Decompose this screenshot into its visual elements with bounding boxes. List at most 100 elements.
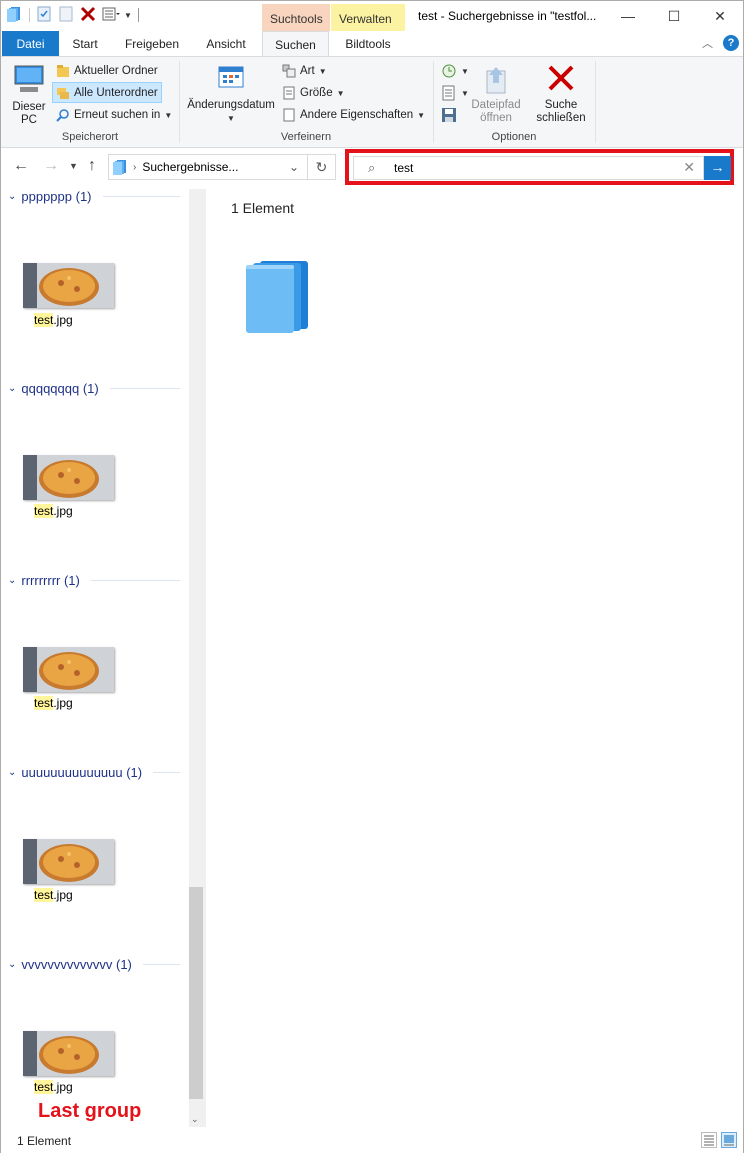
maximize-button[interactable]: ☐ <box>651 1 697 31</box>
window-title: test - Suchergebnisse in "testfol... <box>418 9 597 23</box>
pizza-image <box>23 647 114 692</box>
recent-locations-icon[interactable]: ▼ <box>69 161 78 171</box>
qat-divider <box>29 8 30 22</box>
arrow-right-icon: → <box>710 159 725 175</box>
new-folder-icon[interactable] <box>58 6 74 24</box>
chevron-down-icon[interactable]: ⌄ <box>289 160 299 174</box>
image-thumbnail[interactable] <box>23 1031 114 1076</box>
details-view-icon[interactable] <box>701 1132 717 1148</box>
art-label: Art <box>300 65 315 77</box>
group-header[interactable]: ⌄ uuuuuuuuuuuuuu (1) <box>8 765 180 780</box>
tab-bildtools[interactable]: Bildtools <box>332 31 404 56</box>
refresh-button[interactable]: ↻ <box>308 154 336 180</box>
group-header[interactable]: ⌄ vvvvvvvvvvvvvv (1) <box>8 957 180 972</box>
image-thumbnail[interactable] <box>23 647 114 692</box>
forward-icon[interactable]: → <box>43 157 59 175</box>
aenderungsdatum-label: Änderungsdatum <box>187 99 275 111</box>
context-tab-suchtools: Suchtools <box>262 4 330 32</box>
search-highlight-box: ⌕ ✕ → <box>345 149 734 185</box>
last-group-annotation: Last group <box>38 1100 142 1122</box>
suche-schliessen-button[interactable]: Suche schließen <box>534 63 588 125</box>
file-name: test.jpg <box>34 888 73 902</box>
group-label-verfeinern: Verfeinern <box>280 131 332 143</box>
content-pane[interactable]: 1 Element <box>206 189 743 1127</box>
clear-search-icon[interactable]: ✕ <box>683 159 695 176</box>
file-name-highlight: test <box>34 1080 54 1094</box>
qat-customize-icon[interactable]: ▼ <box>124 11 132 20</box>
group-list-pane[interactable]: ⌄ ppppppp (1) test.jpg ⌄ qqqqqqqq (1) te… <box>1 189 189 1127</box>
image-thumbnail[interactable] <box>23 263 114 308</box>
group-rule <box>142 964 180 965</box>
open-file-location-icon <box>486 67 506 94</box>
search-results-library-icon[interactable] <box>244 257 312 338</box>
recent-searches-button[interactable]: ▼ <box>441 61 469 81</box>
tab-freigeben[interactable]: Freigeben <box>113 31 191 56</box>
minimize-button[interactable]: — <box>605 1 651 31</box>
collapse-ribbon-icon[interactable]: ︿ <box>702 35 713 51</box>
image-thumbnail[interactable] <box>23 455 114 500</box>
group-rule <box>153 772 180 773</box>
left-scrollbar[interactable]: ⌄ <box>189 189 203 1127</box>
ribbon-separator <box>595 61 596 143</box>
erneut-suchen-label: Erneut suchen in <box>74 109 161 121</box>
calendar-icon <box>218 66 244 88</box>
erneut-suchen-button[interactable]: Erneut suchen in ▼ <box>53 105 175 125</box>
properties-icon[interactable] <box>36 6 52 24</box>
close-button[interactable]: ✕ <box>697 1 743 31</box>
computer-icon <box>14 65 44 92</box>
aenderungsdatum-button[interactable]: Änderungsdatum ▼ <box>185 63 277 125</box>
search-input[interactable] <box>394 160 674 176</box>
subfolders-icon <box>57 87 69 99</box>
pizza-image <box>23 455 114 500</box>
andere-eigenschaften-button[interactable]: Andere Eigenschaften ▼ <box>282 105 425 125</box>
library-icon <box>246 261 308 333</box>
group-label-optionen: Optionen <box>491 131 537 143</box>
size-icon <box>283 86 295 100</box>
rename-icon[interactable] <box>102 6 120 24</box>
groesse-button[interactable]: Größe ▼ <box>282 83 345 103</box>
back-icon[interactable]: ← <box>13 157 29 175</box>
delete-icon[interactable] <box>80 6 96 24</box>
advanced-options-icon <box>442 85 455 101</box>
dateipfad-oeffnen-button[interactable]: Dateipfad öffnen <box>468 63 524 125</box>
help-icon[interactable]: ? <box>723 35 739 51</box>
recent-searches-icon <box>442 64 456 78</box>
properties-icon <box>283 108 295 122</box>
close-icon: ✕ <box>714 7 726 24</box>
scrollbar-thumb[interactable] <box>189 887 203 1099</box>
group-rule <box>90 580 180 581</box>
large-icons-view-icon[interactable] <box>721 1132 737 1148</box>
group-header[interactable]: ⌄ ppppppp (1) <box>8 189 180 204</box>
tab-datei[interactable]: Datei <box>2 31 59 56</box>
alle-unterordner-button[interactable]: Alle Unterordner <box>52 82 162 103</box>
image-thumbnail[interactable] <box>23 839 114 884</box>
aktueller-ordner-button[interactable]: Aktueller Ordner <box>53 61 161 81</box>
tab-ansicht[interactable]: Ansicht <box>194 31 258 56</box>
scroll-down-icon[interactable]: ⌄ <box>191 1114 199 1125</box>
file-name-highlight: test <box>34 504 54 518</box>
group-header[interactable]: ⌄ qqqqqqqq (1) <box>8 381 180 396</box>
file-ext: .jpg <box>53 696 73 710</box>
tab-suchen[interactable]: Suchen <box>262 31 329 57</box>
ribbon: Dieser PC Aktueller Ordner Alle Unterord… <box>1 56 743 148</box>
alle-unterordner-label: Alle Unterordner <box>74 86 158 99</box>
pizza-image <box>23 263 114 308</box>
andere-eigenschaften-label: Andere Eigenschaften <box>300 109 414 121</box>
pizza-image <box>23 839 114 884</box>
tab-start[interactable]: Start <box>61 31 109 56</box>
advanced-options-button[interactable]: ▼ <box>441 83 469 103</box>
art-button[interactable]: Art ▼ <box>282 61 327 81</box>
search-go-button[interactable]: → <box>704 156 731 180</box>
file-name-highlight: test <box>34 696 54 710</box>
up-icon[interactable]: ↑ <box>88 157 96 175</box>
dieser-pc-button[interactable]: Dieser PC <box>9 63 49 127</box>
address-bar[interactable]: › Suchergebnisse... ⌄ <box>108 154 308 180</box>
chevron-down-icon: ⌄ <box>8 383 17 394</box>
search-box[interactable]: ⌕ ✕ <box>353 156 704 180</box>
save-search-button[interactable] <box>441 105 457 125</box>
explorer-window: ▼ Suchtools Verwalten test - Suchergebni… <box>0 0 744 1153</box>
library-icon[interactable] <box>7 6 23 24</box>
chevron-down-icon: ▼ <box>417 110 426 120</box>
group-header[interactable]: ⌄ rrrrrrrrr (1) <box>8 573 180 588</box>
file-ext: .jpg <box>53 1080 73 1094</box>
